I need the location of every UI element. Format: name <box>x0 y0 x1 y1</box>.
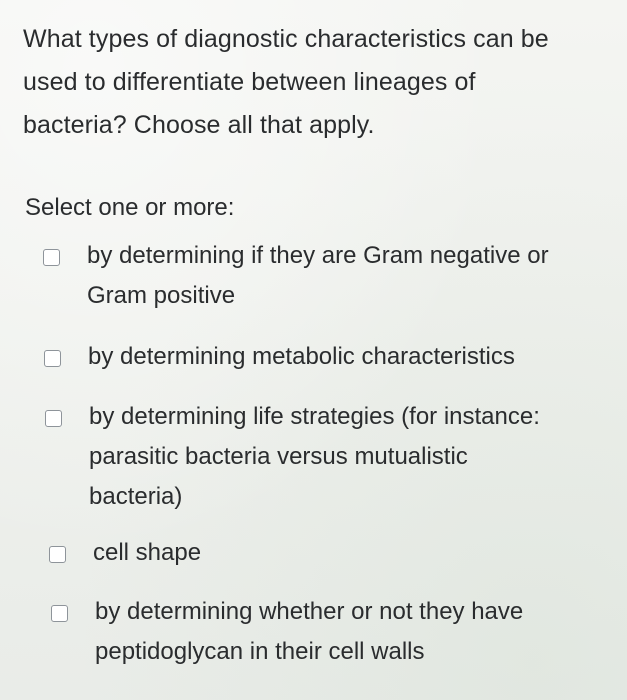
checkbox[interactable] <box>45 410 62 427</box>
option-gram-stain[interactable]: by determining if they are Gram negative… <box>43 236 627 316</box>
option-metabolic[interactable]: by determining metabolic characteristics <box>44 337 624 377</box>
option-label: cell shape <box>93 539 202 566</box>
option-label: by determining if they are Gram negative… <box>87 242 549 309</box>
option-label: by determining metabolic characteristics <box>88 343 515 370</box>
checkbox[interactable] <box>49 546 66 563</box>
option-peptidoglycan[interactable]: by determining whether or not they have … <box>51 592 611 672</box>
checkbox[interactable] <box>43 249 60 266</box>
question-text: What types of diagnostic characteristics… <box>23 25 549 139</box>
option-label: by determining whether or not they have … <box>95 598 524 665</box>
option-label: by determining life strategies (for inst… <box>89 403 540 510</box>
checkbox[interactable] <box>44 350 61 367</box>
checkbox[interactable] <box>51 605 68 622</box>
option-life-strategies[interactable]: by determining life strategies (for inst… <box>45 397 620 517</box>
select-prompt: Select one or more: <box>25 194 235 221</box>
option-cell-shape[interactable]: cell shape <box>49 533 609 573</box>
